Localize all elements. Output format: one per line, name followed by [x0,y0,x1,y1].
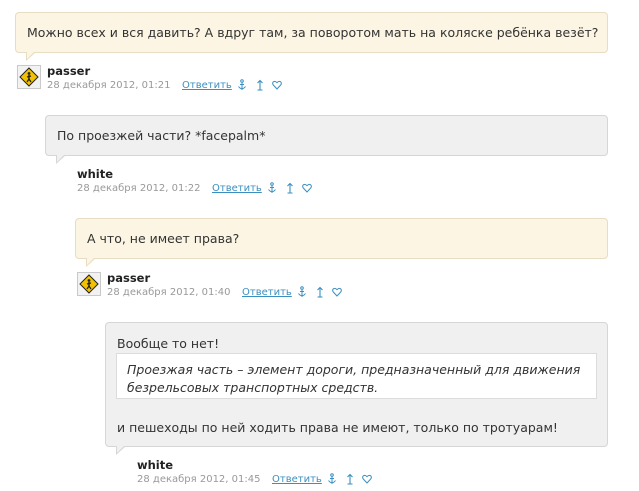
comment-text: Вообще то нет! [117,336,220,351]
username[interactable]: passer [107,271,150,285]
bubble-tail [116,445,126,455]
avatar[interactable] [77,272,101,296]
comment-text: По проезжей части? *facepalm* [57,128,266,143]
heart-icon[interactable] [302,182,312,194]
heart-icon[interactable] [332,286,342,298]
comment-bubble: Можно всех и вся давить? А вдруг там, за… [15,12,608,61]
comment-date: 28 декабря 2012, 01:21 [47,80,171,91]
quote-block: Проезжая часть – элемент дороги, предназ… [116,353,597,399]
comment-bubble: Вообще то нет! Проезжая часть – элемент … [105,322,608,455]
comment-date: 28 декабря 2012, 01:22 [77,183,201,194]
comment-meta: white 28 декабря 2012, 01:45 Ответить [107,458,407,491]
up-arrow-icon[interactable] [345,473,355,485]
anchor-icon[interactable] [297,286,307,298]
anchor-icon[interactable] [327,473,337,485]
username[interactable]: passer [47,64,90,78]
comment-meta: white 28 декабря 2012, 01:22 Ответить [47,167,347,200]
bubble-tail [56,154,66,164]
username[interactable]: white [77,167,113,181]
comment-text: А что, не имеет права? [87,231,240,246]
anchor-icon[interactable] [237,79,247,91]
up-arrow-icon[interactable] [255,79,265,91]
anchor-icon[interactable] [267,182,277,194]
comment-date: 28 декабря 2012, 01:40 [107,287,231,298]
pedestrian-sign-icon [79,274,99,294]
comment-meta: passer 28 декабря 2012, 01:40 Ответить [77,271,377,304]
bubble-tail [86,257,96,267]
heart-icon[interactable] [362,473,372,485]
pedestrian-sign-icon [19,67,39,87]
comment-bubble: А что, не имеет права? [75,218,608,267]
reply-link[interactable]: Ответить [182,80,232,91]
reply-link[interactable]: Ответить [272,474,322,485]
reply-link[interactable]: Ответить [242,287,292,298]
up-arrow-icon[interactable] [285,182,295,194]
comment-meta: passer 28 декабря 2012, 01:21 Ответить [17,64,317,97]
up-arrow-icon[interactable] [315,286,325,298]
comment-date: 28 декабря 2012, 01:45 [137,474,261,485]
avatar[interactable] [17,65,41,89]
username[interactable]: white [137,458,173,472]
heart-icon[interactable] [272,79,282,91]
reply-link[interactable]: Ответить [212,183,262,194]
comment-bubble: По проезжей части? *facepalm* [45,115,608,164]
comment-text: Можно всех и вся давить? А вдруг там, за… [27,25,599,40]
comment-text-after: и пешеходы по ней ходить права не имеют,… [117,420,558,435]
bubble-tail [26,51,36,61]
